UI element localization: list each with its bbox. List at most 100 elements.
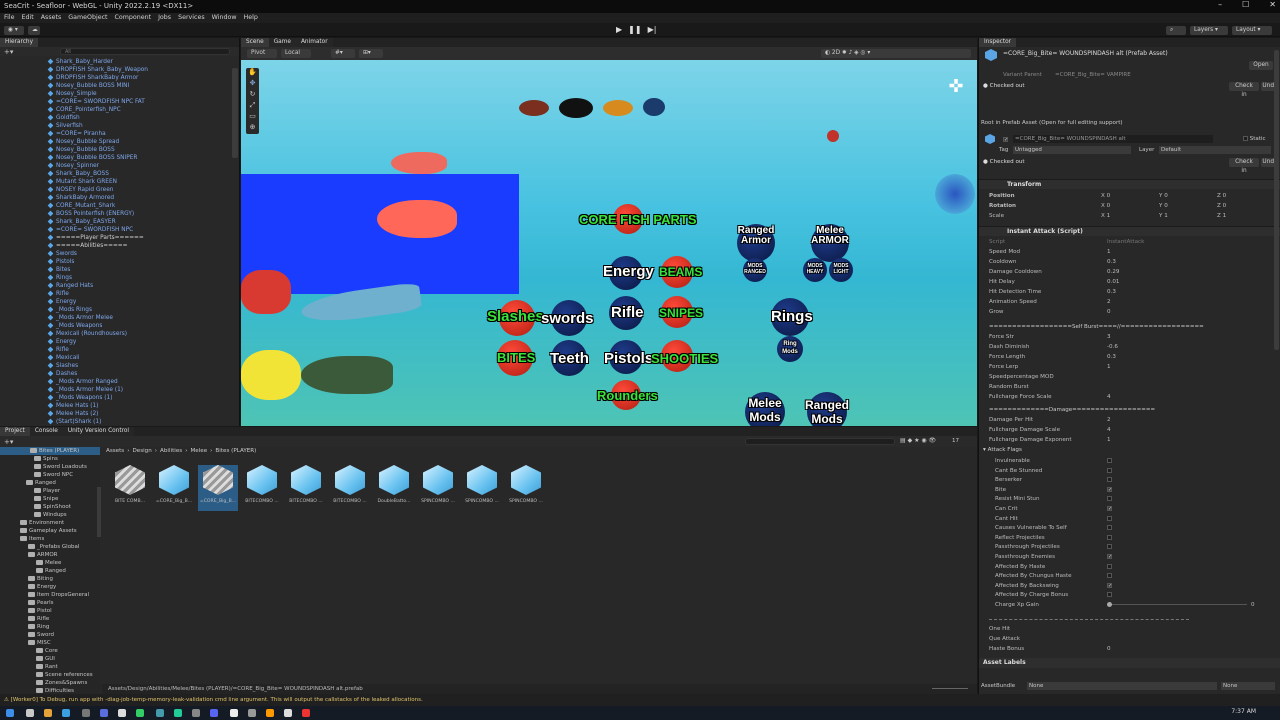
green-shark-sprite[interactable]: [301, 356, 393, 394]
yellow-fish-sprite[interactable]: [241, 350, 301, 400]
scene-viewport[interactable]: ✋ ✥ ↻ ⤢ ▭ ⊕ ✜ CORE FISH PARTS Energy BEA…: [241, 60, 977, 426]
rotate-tool-icon[interactable]: ↻: [246, 90, 259, 101]
hierarchy-item[interactable]: Dashes: [47, 370, 239, 378]
unity-icon[interactable]: [284, 709, 292, 717]
app-icon[interactable]: [266, 709, 274, 717]
property-value[interactable]: 3: [1107, 332, 1111, 342]
instant-attack-header[interactable]: Instant Attack (Script): [979, 226, 1280, 236]
hierarchy-item[interactable]: CORE_Pointerfish_NPC: [47, 106, 239, 114]
discord-icon[interactable]: [210, 709, 218, 717]
layers-dropdown[interactable]: Layers ▾: [1190, 25, 1228, 35]
hierarchy-item[interactable]: Melee Hats (2): [47, 410, 239, 418]
asset-tile[interactable]: BITECOMBO ...: [242, 465, 282, 511]
app-icon[interactable]: [248, 709, 256, 717]
app-icon[interactable]: [82, 709, 90, 717]
folder-item[interactable]: Melee: [0, 559, 100, 567]
attack-flag-checkbox[interactable]: ✓: [1107, 506, 1112, 512]
hierarchy-item[interactable]: NOSEY Rapid Green: [47, 186, 239, 194]
hierarchy-item[interactable]: Mexicali: [47, 354, 239, 362]
hierarchy-item[interactable]: DROPFISH Shark_Baby_Weapon: [47, 66, 239, 74]
object-name-field[interactable]: =CORE_Big_Bite= WOUNDSPINDASH alt: [1013, 135, 1213, 143]
asset-tile[interactable]: =CORE_Big_B...: [198, 465, 238, 511]
hierarchy-item[interactable]: Nosey_Bubble BOSS SNIPER: [47, 154, 239, 162]
breadcrumb-item[interactable]: Design: [132, 448, 151, 454]
asset-bundle-dropdown[interactable]: None: [1027, 682, 1217, 690]
folder-item[interactable]: Ranged: [0, 567, 100, 575]
folder-item[interactable]: MISC: [0, 639, 100, 647]
attack-flag-checkbox[interactable]: [1107, 544, 1112, 550]
hierarchy-item[interactable]: BOSS Pointerfish (ENERGY): [47, 210, 239, 218]
attack-flag-checkbox[interactable]: [1107, 458, 1112, 463]
fish-sprite[interactable]: [643, 98, 665, 116]
attack-flag-checkbox[interactable]: [1107, 496, 1112, 502]
folder-item[interactable]: Player: [0, 487, 100, 495]
red-creature-sprite[interactable]: [241, 270, 291, 314]
icon-size-slider[interactable]: [932, 688, 968, 689]
fish-sprite[interactable]: [559, 98, 593, 118]
property-value[interactable]: 0: [1107, 644, 1111, 654]
tab-animator[interactable]: Animator: [295, 38, 333, 47]
property-value[interactable]: 0.3: [1107, 287, 1116, 297]
account-button[interactable]: ◉ ▾: [4, 25, 24, 35]
attack-flag-checkbox[interactable]: [1107, 515, 1112, 521]
tab-hierarchy[interactable]: Hierarchy: [0, 38, 39, 47]
asset-tile[interactable]: BITECOMBO ...: [286, 465, 326, 511]
charge-xp-slider[interactable]: [1107, 604, 1247, 605]
menu-assets[interactable]: Assets: [41, 13, 62, 23]
hierarchy-item[interactable]: =====Abilities=====: [47, 242, 239, 250]
property-value[interactable]: 0.29: [1107, 267, 1119, 277]
position-y[interactable]: Y 0: [1159, 191, 1168, 201]
tab-version-control[interactable]: Unity Version Control: [62, 427, 135, 436]
layout-dropdown[interactable]: Layout ▾: [1232, 25, 1272, 35]
folder-item[interactable]: Biting: [0, 575, 100, 583]
asset-labels-header[interactable]: Asset Labels: [979, 658, 1280, 668]
folder-item[interactable]: Core: [0, 647, 100, 655]
asset-tile[interactable]: =CORE_Big_B...: [154, 465, 194, 511]
property-value[interactable]: 0.3: [1107, 257, 1116, 267]
property-value[interactable]: 0: [1107, 307, 1111, 317]
hierarchy-item[interactable]: _Mods Armor Ranged: [47, 378, 239, 386]
active-toggle[interactable]: ✓: [1003, 136, 1008, 143]
hierarchy-item[interactable]: Goldfish: [47, 114, 239, 122]
property-value[interactable]: 0.3: [1107, 352, 1116, 362]
transform-tool-icon[interactable]: ⊕: [246, 123, 259, 134]
attack-flag-checkbox[interactable]: [1107, 525, 1112, 531]
attack-flag-checkbox[interactable]: [1107, 563, 1112, 569]
layer-dropdown[interactable]: Default: [1159, 146, 1271, 154]
search-taskbar-icon[interactable]: [26, 709, 34, 717]
move-tool-icon[interactable]: ✥: [246, 79, 259, 90]
folder-item[interactable]: Pearls: [0, 599, 100, 607]
attack-flag-checkbox[interactable]: [1107, 467, 1112, 473]
folder-item[interactable]: Sword NPC: [0, 471, 100, 479]
asset-tile[interactable]: SPINCOMBO ...: [418, 465, 458, 511]
transform-header[interactable]: Transform: [979, 179, 1280, 189]
attack-flag-checkbox[interactable]: [1107, 592, 1112, 598]
hierarchy-item[interactable]: =CORE= Piranha: [47, 130, 239, 138]
check-in-button-2[interactable]: Check in: [1229, 158, 1259, 174]
project-search-input[interactable]: [745, 438, 895, 445]
folder-item[interactable]: Spins: [0, 455, 100, 463]
hierarchy-item[interactable]: Nosey_Simple: [47, 90, 239, 98]
apple-sprite[interactable]: [827, 130, 839, 142]
hierarchy-item[interactable]: Swords: [47, 250, 239, 258]
tab-game[interactable]: Game: [268, 38, 296, 47]
hierarchy-item[interactable]: =CORE= SWORDFISH NPC FAT: [47, 98, 239, 106]
maximize-icon[interactable]: ☐: [1242, 0, 1249, 13]
hierarchy-item[interactable]: Energy: [47, 298, 239, 306]
app-icon[interactable]: [136, 709, 144, 717]
static-toggle[interactable]: Static: [1243, 136, 1265, 142]
scale-z[interactable]: Z 1: [1217, 211, 1226, 221]
app-icon[interactable]: [174, 709, 182, 717]
play-icon[interactable]: ▶: [616, 25, 622, 34]
hierarchy-item[interactable]: Rifle: [47, 290, 239, 298]
breadcrumb-item[interactable]: Bites (PLAYER): [215, 448, 256, 454]
position-z[interactable]: Z 0: [1217, 191, 1226, 201]
rotation-y[interactable]: Y 0: [1159, 201, 1168, 211]
attack-flag-checkbox[interactable]: ✓: [1107, 486, 1112, 492]
minimize-icon[interactable]: –: [1218, 0, 1222, 13]
hierarchy-item[interactable]: Nosey_Bubble BOSS MINI: [47, 82, 239, 90]
menu-services[interactable]: Services: [178, 13, 205, 23]
status-bar[interactable]: ⚠ [Worker0] To Debug, run app with -diag…: [0, 694, 1280, 706]
hierarchy-item[interactable]: Melee Hats (1): [47, 402, 239, 410]
menu-help[interactable]: Help: [243, 13, 257, 23]
